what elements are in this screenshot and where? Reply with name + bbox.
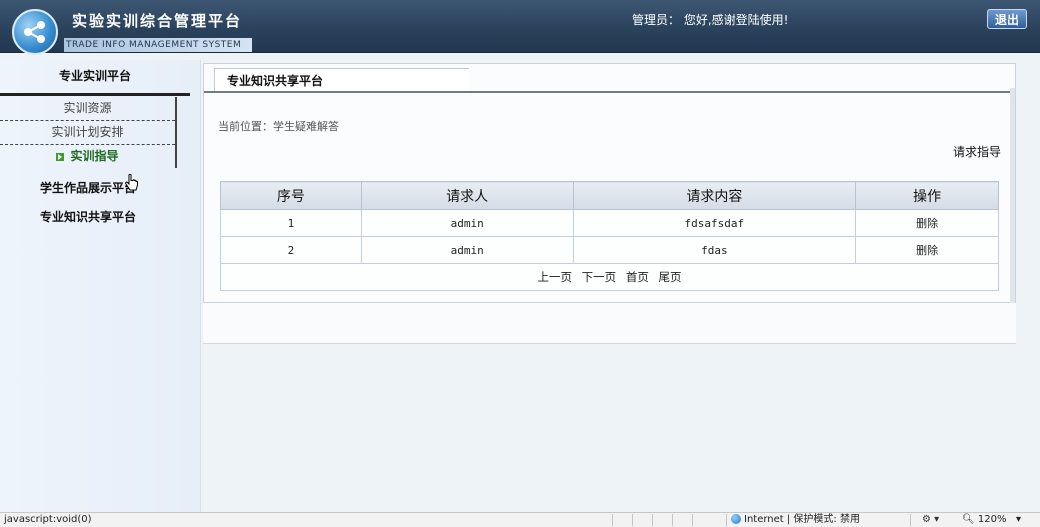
welcome-message: 管理员： 您好,感谢登陆使用! [632,13,789,27]
status-url: javascript:void(0) [4,514,92,525]
cell-index: 2 [220,236,362,264]
zone-label: Internet | 保护模式: 禁用 [744,514,860,525]
column-header-action: 操作 [855,181,999,210]
sidebar-link-student-works[interactable]: 学生作品展示平台 [40,179,136,196]
app-header: 实验实训综合管理平台 TRADE INFO MANAGEMENT SYSTEM … [0,0,1040,55]
status-divider [632,514,633,526]
cell-content: fdsafsdaf [572,209,857,237]
delete-link[interactable]: 删除 [855,209,999,237]
breadcrumb: 当前位置：学生疑难解答 [218,120,339,133]
sidebar: 专业实训平台 实训资源 实训计划安排 实训指导 学生作品展示平台 专业知识共享平… [0,60,201,512]
pager-row: 上一页 下一页 首页 尾页 [220,263,999,291]
zoom-level: 120% [977,514,1007,525]
cell-requester: admin [360,236,574,264]
status-divider [726,514,727,526]
sidebar-link-knowledge-share[interactable]: 专业知识共享平台 [40,208,136,225]
status-divider [672,514,673,526]
column-header-requester: 请求人 [360,181,574,210]
security-zone[interactable]: Internet | 保护模式: 禁用 [731,513,860,527]
hand-cursor-icon [124,173,140,197]
app-title: 实验实训综合管理平台 [72,12,243,30]
table-row: 2 admin fdas 删除 [220,236,999,264]
sidebar-item-label: 实训指导 [70,149,119,163]
sidebar-submenu: 实训资源 实训计划安排 实训指导 [0,97,177,168]
prev-page-link[interactable]: 上一页 [538,270,573,284]
tab-divider [204,91,1015,93]
arrow-bullet-icon [56,152,65,161]
delete-link[interactable]: 删除 [855,236,999,264]
cell-index: 1 [220,209,362,237]
addons-icon[interactable]: ⚙ ▾ [922,513,939,527]
first-page-link[interactable]: 首页 [626,270,649,284]
logout-button[interactable]: 退出 [987,9,1027,29]
globe-icon [731,514,741,524]
column-header-index: 序号 [220,181,362,210]
status-divider [692,514,693,526]
chevron-down-icon: ▾ [1009,514,1022,525]
last-page-link[interactable]: 尾页 [658,270,681,284]
status-divider [910,514,911,526]
status-divider [612,514,613,526]
sidebar-item-label: 实训计划安排 [51,125,124,139]
table-header-row: 序号 请求人 请求内容 操作 [220,181,999,210]
browser-status-bar: javascript:void(0) Internet | 保护模式: 禁用 ⚙… [0,512,1040,527]
cell-content: fdas [572,236,857,264]
tab-knowledge-share[interactable]: 专业知识共享平台 [214,68,469,92]
sidebar-item-schedule[interactable]: 实训计划安排 [0,121,175,145]
pager: 上一页 下一页 首页 尾页 [220,263,999,291]
next-page-link[interactable]: 下一页 [582,270,617,284]
sidebar-heading[interactable]: 专业实训平台 [0,60,190,96]
sidebar-item-label: 实训资源 [63,101,112,115]
sidebar-item-guidance[interactable]: 实训指导 [0,145,175,168]
app-subtitle: TRADE INFO MANAGEMENT SYSTEM [64,38,252,52]
request-guidance-link[interactable]: 请求指导 [953,143,1001,160]
status-divider [652,514,653,526]
cell-requester: admin [360,209,574,237]
table-row: 1 admin fdsafsdaf 删除 [220,209,999,237]
logo-icon [12,9,58,55]
vertical-scrollbar[interactable] [1010,88,1015,303]
zoom-control[interactable]: 🔍︎ 120% ▾ [962,513,1021,527]
sidebar-item-resources[interactable]: 实训资源 [0,97,175,121]
content-frame-bottom [203,303,1016,344]
magnifier-icon: 🔍︎ [962,514,975,525]
column-header-content: 请求内容 [572,181,857,210]
requests-table: 序号 请求人 请求内容 操作 1 admin fdsafsdaf 删除 2 ad… [220,181,999,291]
